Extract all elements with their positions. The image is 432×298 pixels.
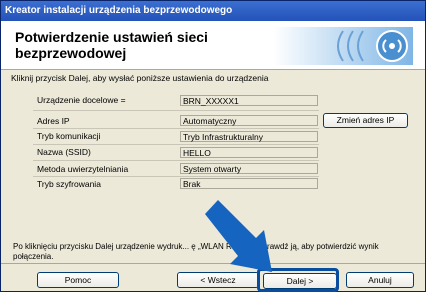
target-device-value: BRN_XXXXX1 [180, 95, 318, 106]
ssid-label: Nazwa (SSID) [37, 147, 91, 157]
installer-window: Kreator instalacji urządzenia bezprzewod… [0, 0, 426, 292]
footer-text: Po kliknięciu przycisku Dalej urządzenie… [13, 242, 379, 261]
ip-address-value: Automatyczny [180, 115, 318, 126]
auth-method-value: System otwarty [180, 163, 318, 174]
auth-method-label: Metoda uwierzytelniania [37, 164, 129, 174]
next-button-highlight [257, 268, 339, 292]
help-button[interactable]: Pomoc [37, 272, 119, 288]
wireless-logo-icon [273, 27, 413, 65]
cancel-button[interactable]: Anuluj [346, 272, 414, 288]
encryption-mode-value: Brak [180, 178, 318, 189]
back-button[interactable]: < Wstecz [177, 272, 259, 288]
comm-mode-label: Tryb komunikacji [37, 131, 101, 141]
target-device-label: Urządzenie docelowe = [37, 95, 126, 105]
comm-mode-value: Tryb Infrastrukturalny [180, 131, 318, 142]
instructions-text: Kliknij przycisk Dalej, aby wysłać poniż… [11, 73, 269, 83]
divider [33, 110, 319, 111]
ip-address-label: Adres IP [37, 116, 70, 126]
divider [33, 160, 319, 161]
divider [33, 144, 319, 145]
encryption-mode-label: Tryb szyfrowania [37, 179, 101, 189]
page-title: Potwierdzenie ustawień sieci bezprzewodo… [15, 29, 208, 61]
header-panel: Potwierdzenie ustawień sieci bezprzewodo… [1, 21, 425, 70]
divider [33, 176, 319, 177]
change-ip-button[interactable]: Zmień adres IP [323, 113, 408, 128]
divider [33, 128, 319, 129]
window-title: Kreator instalacji urządzenia bezprzewod… [1, 1, 425, 21]
bottom-divider [1, 263, 425, 264]
ssid-value: HELLO [180, 147, 318, 158]
